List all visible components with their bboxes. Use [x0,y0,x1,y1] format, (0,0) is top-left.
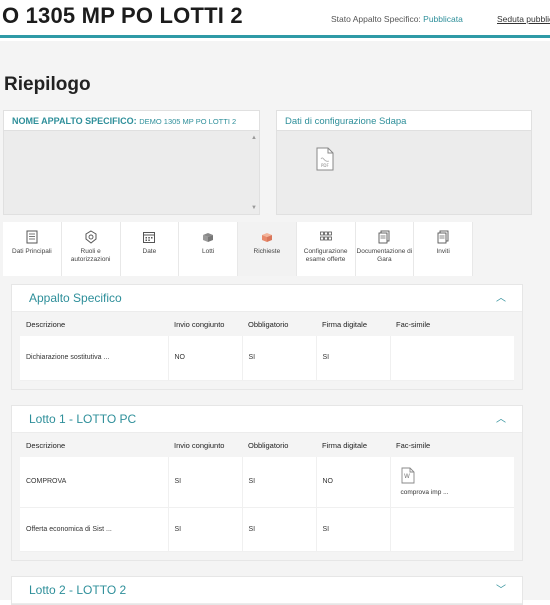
tab-configurazione-esame[interactable]: Configurazione esame offerte [296,222,356,276]
col-firma-digitale: Firma digitale [316,312,390,336]
cell-invio: SI [168,507,243,552]
tab-inviti[interactable]: Inviti [414,222,473,276]
section-header[interactable]: Lotto 1 - LOTTO PC ︿ [12,406,522,433]
requirements-table: Descrizione Invio congiunto Obbligatorio… [20,312,514,381]
cell-obbligatorio: SI [242,336,317,381]
boxes-icon [203,233,214,242]
section-appalto-specifico: Appalto Specifico ︿ Descrizione Invio co… [11,284,523,390]
scroll-up-arrow-icon[interactable]: ▲ [251,135,257,141]
section-tabs: Dati Principali Ruoli e autorizzazioni D… [3,222,473,276]
col-obbligatorio: Obbligatorio [242,312,316,336]
cell-facsimile: W comprova imp ... [390,457,514,508]
cell-descrizione: Offerta economica di Sist ... [20,507,169,552]
cell-facsimile [390,336,514,381]
tab-richieste[interactable]: Richieste [238,222,297,276]
table-container: Descrizione Invio congiunto Obbligatorio… [12,312,522,389]
cell-facsimile [390,507,514,552]
col-firma-digitale: Firma digitale [316,433,390,457]
section-lotto-1: Lotto 1 - LOTTO PC ︿ Descrizione Invio c… [11,405,523,561]
table-header-row: Descrizione Invio congiunto Obbligatorio… [20,433,514,457]
config-sdapa-header: Dati di configurazione Sdapa [277,111,531,131]
col-descrizione: Descrizione [20,433,168,457]
cell-obbligatorio: SI [242,457,317,508]
section-header[interactable]: Appalto Specifico ︿ [12,285,522,312]
tab-ruoli-autorizzazioni[interactable]: Ruoli e autorizzazioni [61,222,121,276]
tab-label: Ruoli e autorizzazioni [70,248,111,263]
cell-obbligatorio: SI [242,507,317,552]
page-title: Riepilogo [4,74,91,95]
tab-label: Richieste [253,248,281,255]
requirements-table: Descrizione Invio congiunto Obbligatorio… [20,433,514,552]
cell-descrizione: COMPROVA [20,457,169,508]
documents-icon [437,230,449,244]
tab-label: Configurazione esame offerte [303,248,348,263]
gear-shield-icon [85,230,97,244]
grid-icon [319,231,332,241]
col-descrizione: Descrizione [20,312,168,336]
nome-appalto-label: NOME APPALTO SPECIFICO: [12,116,137,126]
status-label: Stato Appalto Specifico: [331,14,421,24]
section-title: Appalto Specifico [29,291,122,305]
tab-documentazione-gara[interactable]: Documentazione di Gara [355,222,415,276]
facsimile-filename[interactable]: comprova imp ... [401,489,449,496]
cell-descrizione: Dichiarazione sostitutiva ... [20,336,169,381]
svg-text:W: W [404,473,410,480]
tab-date[interactable]: Date [120,222,180,276]
section-lotto-2: Lotto 2 - LOTTO 2 ﹀ [11,576,523,605]
section-title: Lotto 2 - LOTTO 2 [29,583,127,597]
nome-appalto-header: NOME APPALTO SPECIFICO: DEMO 1305 MP PO … [4,111,259,131]
document-list-icon [26,230,38,244]
table-row: Dichiarazione sostitutiva ... NO SI SI [20,336,514,381]
word-file-icon[interactable]: W [401,467,415,484]
cell-firma: SI [316,507,391,552]
scroll-down-arrow-icon[interactable]: ▼ [251,205,257,211]
col-invio-congiunto: Invio congiunto [168,433,242,457]
status-indicator: Stato Appalto Specifico: Pubblicata [331,14,463,24]
tab-label: Lotti [201,248,215,255]
table-row: Offerta economica di Sist ... SI SI SI [20,507,514,552]
tab-label: Documentazione di Gara [356,248,413,263]
chevron-up-icon[interactable]: ︿ [496,285,506,312]
pdf-file-icon[interactable]: PDF [315,147,335,171]
nome-appalto-value: DEMO 1305 MP PO LOTTI 2 [139,117,237,126]
cell-firma: SI [316,336,391,381]
table-header-row: Descrizione Invio congiunto Obbligatorio… [20,312,514,336]
box-open-icon [261,233,272,242]
svg-text:PDF: PDF [321,163,329,168]
top-bar: O 1305 MP PO LOTTI 2 Stato Appalto Speci… [0,0,550,38]
tab-dati-principali[interactable]: Dati Principali [3,222,62,276]
cell-firma: NO [316,457,391,508]
status-value: Pubblicata [423,14,463,24]
config-sdapa-title: Dati di configurazione Sdapa [285,116,407,127]
section-title: Lotto 1 - LOTTO PC [29,412,137,426]
tab-lotti[interactable]: Lotti [179,222,238,276]
facsimile-attachment[interactable]: W comprova imp ... [397,467,509,496]
table-container: Descrizione Invio congiunto Obbligatorio… [12,433,522,560]
col-fac-simile: Fac-simile [390,312,514,336]
cell-invio: NO [168,336,243,381]
tab-label: Date [142,248,157,255]
tab-label: Inviti [436,248,450,255]
documents-icon [378,230,390,244]
calendar-icon [143,232,156,243]
page-header-title: O 1305 MP PO LOTTI 2 [2,3,243,28]
nome-appalto-panel: NOME APPALTO SPECIFICO: DEMO 1305 MP PO … [3,110,260,215]
tab-label: Dati Principali [12,248,52,255]
col-invio-congiunto: Invio congiunto [168,312,242,336]
seduta-pubblica-link[interactable]: Seduta pubblica [497,14,550,24]
chevron-up-icon[interactable]: ︿ [496,406,506,433]
cell-invio: SI [168,457,243,508]
col-fac-simile: Fac-simile [390,433,514,457]
config-sdapa-panel: Dati di configurazione Sdapa PDF [276,110,532,215]
table-row: COMPROVA SI SI NO W comprova imp ... [20,457,514,508]
col-obbligatorio: Obbligatorio [242,433,316,457]
